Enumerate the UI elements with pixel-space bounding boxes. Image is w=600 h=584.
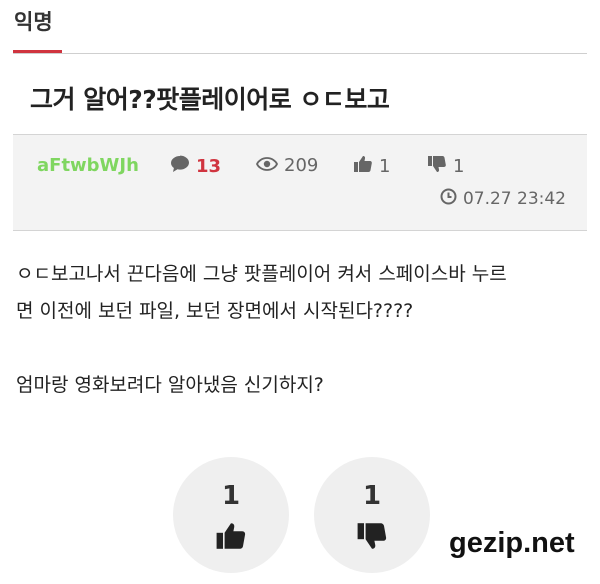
downvote-count: 1 [362, 481, 382, 511]
post-meta: aFtwbWJh 13 209 1 1 07.27 23:42 [13, 134, 587, 231]
author-name[interactable]: aFtwbWJh [37, 155, 139, 176]
post-body: ㅇㄷ보고나서 끈다음에 그냥 팟플레이어 켜서 스페이스바 누르 면 이전에 보… [16, 256, 584, 404]
comment-count-value: 13 [196, 156, 222, 177]
eye-icon [256, 155, 278, 176]
watermark: gezip.net [449, 527, 575, 559]
tab-anonymous[interactable]: 익명 [14, 6, 53, 36]
downvote-button[interactable]: 1 [314, 457, 430, 573]
dislike-count: 1 [427, 155, 464, 178]
page: 익명 그거 알어??팟플레이어로 ㅇㄷ보고 aFtwbWJh 13 209 1 [0, 0, 600, 584]
thumbs-up-icon [353, 155, 373, 178]
thumbs-down-icon [427, 155, 447, 178]
body-line: 엄마랑 영화보려다 알아냈음 신기하지? [16, 374, 324, 396]
comment-icon [170, 155, 190, 178]
like-count-value: 1 [379, 156, 391, 177]
body-line: ㅇㄷ보고나서 끈다음에 그냥 팟플레이어 켜서 스페이스바 누르 [16, 263, 507, 285]
upvote-count: 1 [221, 481, 241, 511]
clock-icon [440, 188, 457, 210]
body-blank-line [16, 330, 584, 367]
thumbs-down-icon [356, 521, 388, 555]
dislike-count-value: 1 [453, 156, 465, 177]
view-count: 209 [256, 155, 318, 176]
thumbs-up-icon [215, 521, 247, 555]
tab-divider [13, 53, 587, 54]
comment-count: 13 [170, 155, 221, 178]
post-timestamp-value: 07.27 23:42 [462, 189, 566, 209]
post-title: 그거 알어??팟플레이어로 ㅇㄷ보고 [30, 85, 390, 114]
upvote-button[interactable]: 1 [173, 457, 289, 573]
board-tab-bar: 익명 [0, 0, 600, 56]
post-timestamp: 07.27 23:42 [440, 188, 566, 210]
like-count: 1 [353, 155, 390, 178]
body-line: 면 이전에 보던 파일, 보던 장면에서 시작된다???? [16, 300, 414, 322]
view-count-value: 209 [284, 155, 319, 176]
